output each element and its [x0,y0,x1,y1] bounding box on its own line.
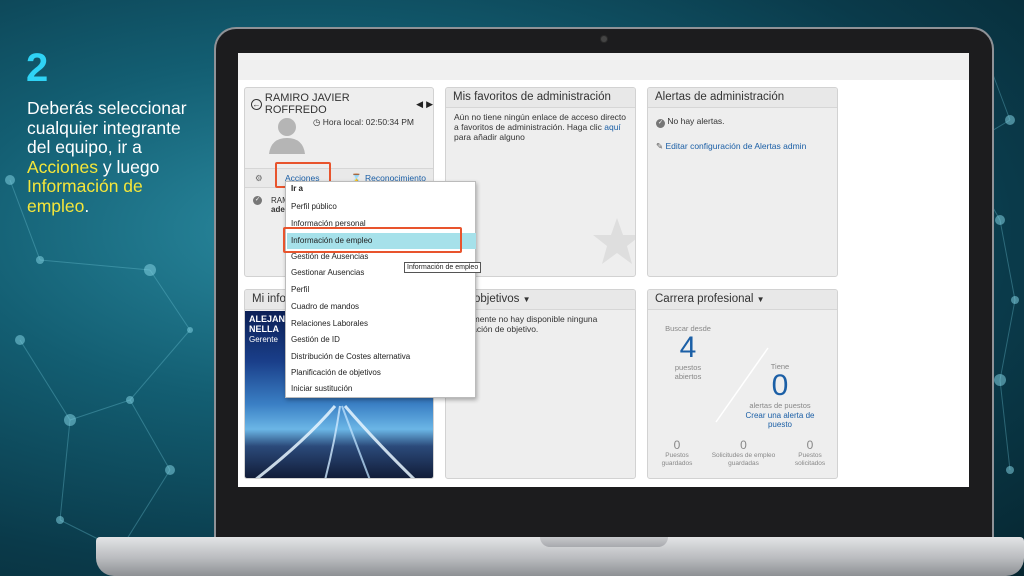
step-number: 2 [26,46,49,90]
stat-saved-jobs[interactable]: 0 Puestos guardados [652,438,702,468]
menu-item[interactable]: Gestión de Ausencias [291,252,368,261]
person-name-line1: ALEJAN [249,314,286,324]
person-name: ALEJAN NELLA [249,314,285,334]
back-circle-icon[interactable]: ← [251,98,262,110]
alerts-title: Alertas de administración [648,88,837,108]
create-alert-link[interactable]: Crear una alerta de puesto [740,411,820,429]
app-header-bar [238,53,969,80]
local-time-text: Hora local: 02:50:34 PM [322,117,414,127]
menu-item[interactable]: Perfil público [291,202,337,211]
stat-value: 0 [740,438,747,452]
menu-item[interactable]: Relaciones Laborales [291,319,368,328]
person-title: Gerente [249,335,278,344]
alerts-status: ✓ No hay alertas. [656,116,829,128]
open-jobs-block: Buscar desde 4 puestos abiertos [656,324,720,381]
no-alerts-text: No hay alertas. [667,116,725,126]
stat-value: 0 [806,438,814,452]
avatar-placeholder-icon [269,118,305,154]
check-circle-icon: ✓ [656,119,665,128]
local-time: ◷ Hora local: 02:50:34 PM [313,117,414,128]
status-line-2: ade [271,205,285,214]
open-jobs-count[interactable]: 4 [656,333,720,363]
job-alerts-block: Tiene 0 alertas de puestos Crear una ale… [740,362,820,429]
job-alerts-label: alertas de puestos [749,401,811,410]
career-title[interactable]: Carrera profesional [655,293,753,305]
instruction-highlight-acciones: Acciones [27,156,99,177]
camera-icon [601,36,607,42]
career-stats: 0 Puestos guardados 0 Solicitudes de emp… [652,438,835,468]
career-tile: Carrera profesional ▼ Buscar desde 4 pue… [647,289,838,479]
menu-item[interactable]: Perfil [291,285,309,294]
add-favorite-link[interactable]: aquí [604,122,621,132]
check-circle-icon: ✓ [253,196,262,205]
prev-arrow-icon[interactable]: ◀ [416,99,423,110]
menu-item[interactable]: Distribución de Costes alternativa [291,352,410,361]
pencil-icon: ✎ [656,141,664,151]
instruction-text: . [84,195,90,216]
menu-tooltip: Información de empleo [404,262,482,273]
menu-item[interactable]: Gestión de ID [291,335,340,344]
career-header[interactable]: Carrera profesional ▼ [648,290,837,310]
menu-item[interactable]: Gestionar Ausencias [291,268,364,277]
stat-applied-jobs[interactable]: 0 Puestos solicitados [785,438,835,468]
favorites-title: Mis favoritos de administración [446,88,635,108]
instruction-text: y luego [98,156,160,177]
clock-icon: ◷ [313,117,321,127]
callout-informacion-empleo [283,227,462,253]
open-jobs-label: puestos abiertos [674,363,702,381]
alerts-tile: Alertas de administración ✓ No hay alert… [647,87,838,277]
favorites-message: Aún no tiene ningún enlace de acceso dir… [446,108,635,146]
stat-label: Solicitudes de empleo guardadas [711,452,776,467]
stat-value: 0 [673,438,681,452]
profile-status: ✓ RAM ade [253,196,289,214]
stat-saved-applications[interactable]: 0 Solicitudes de empleo guardadas [709,438,779,468]
caret-down-icon[interactable]: ▼ [757,295,765,304]
gear-icon[interactable]: ⚙ [255,173,263,184]
caret-down-icon[interactable]: ▼ [523,295,531,304]
menu-item[interactable]: Iniciar sustitución [291,384,352,393]
profile-header: ← RAMIRO JAVIER ROFFREDO ◀ ▶ [251,92,433,116]
profile-name[interactable]: RAMIRO JAVIER ROFFREDO [265,92,413,116]
next-arrow-icon[interactable]: ▶ [426,99,433,110]
actions-dropdown-menu: Ir a Perfil público Información personal… [285,181,476,398]
job-alerts-count[interactable]: 0 [740,371,820,401]
menu-item[interactable]: Cuadro de mandos [291,302,359,311]
star-watermark-icon [593,218,635,264]
edit-alerts-link[interactable]: Editar configuración de Alertas admin [666,141,807,151]
objectives-title[interactable]: objetivos [474,293,519,305]
edit-alerts-row: ✎ Editar configuración de Alertas admin [656,141,829,151]
stat-label: Puestos solicitados [794,452,826,467]
menu-header: Ir a [291,184,304,193]
favorites-text: Aún no tiene ningún enlace de acceso dir… [454,112,627,132]
instruction-text: Deberás seleccionar cualquier integrante… [27,98,187,157]
alerts-body: ✓ No hay alertas. ✎ Editar configuración… [648,108,837,155]
laptop-notch [540,537,668,547]
favorites-text-end: para añadir alguno [454,132,525,142]
stat-label: Puestos guardados [661,452,693,467]
step-instruction: Deberás seleccionar cualquier integrante… [27,98,197,216]
person-name-line2: NELLA [249,324,279,334]
menu-item[interactable]: Planificación de objetivos [291,368,381,377]
